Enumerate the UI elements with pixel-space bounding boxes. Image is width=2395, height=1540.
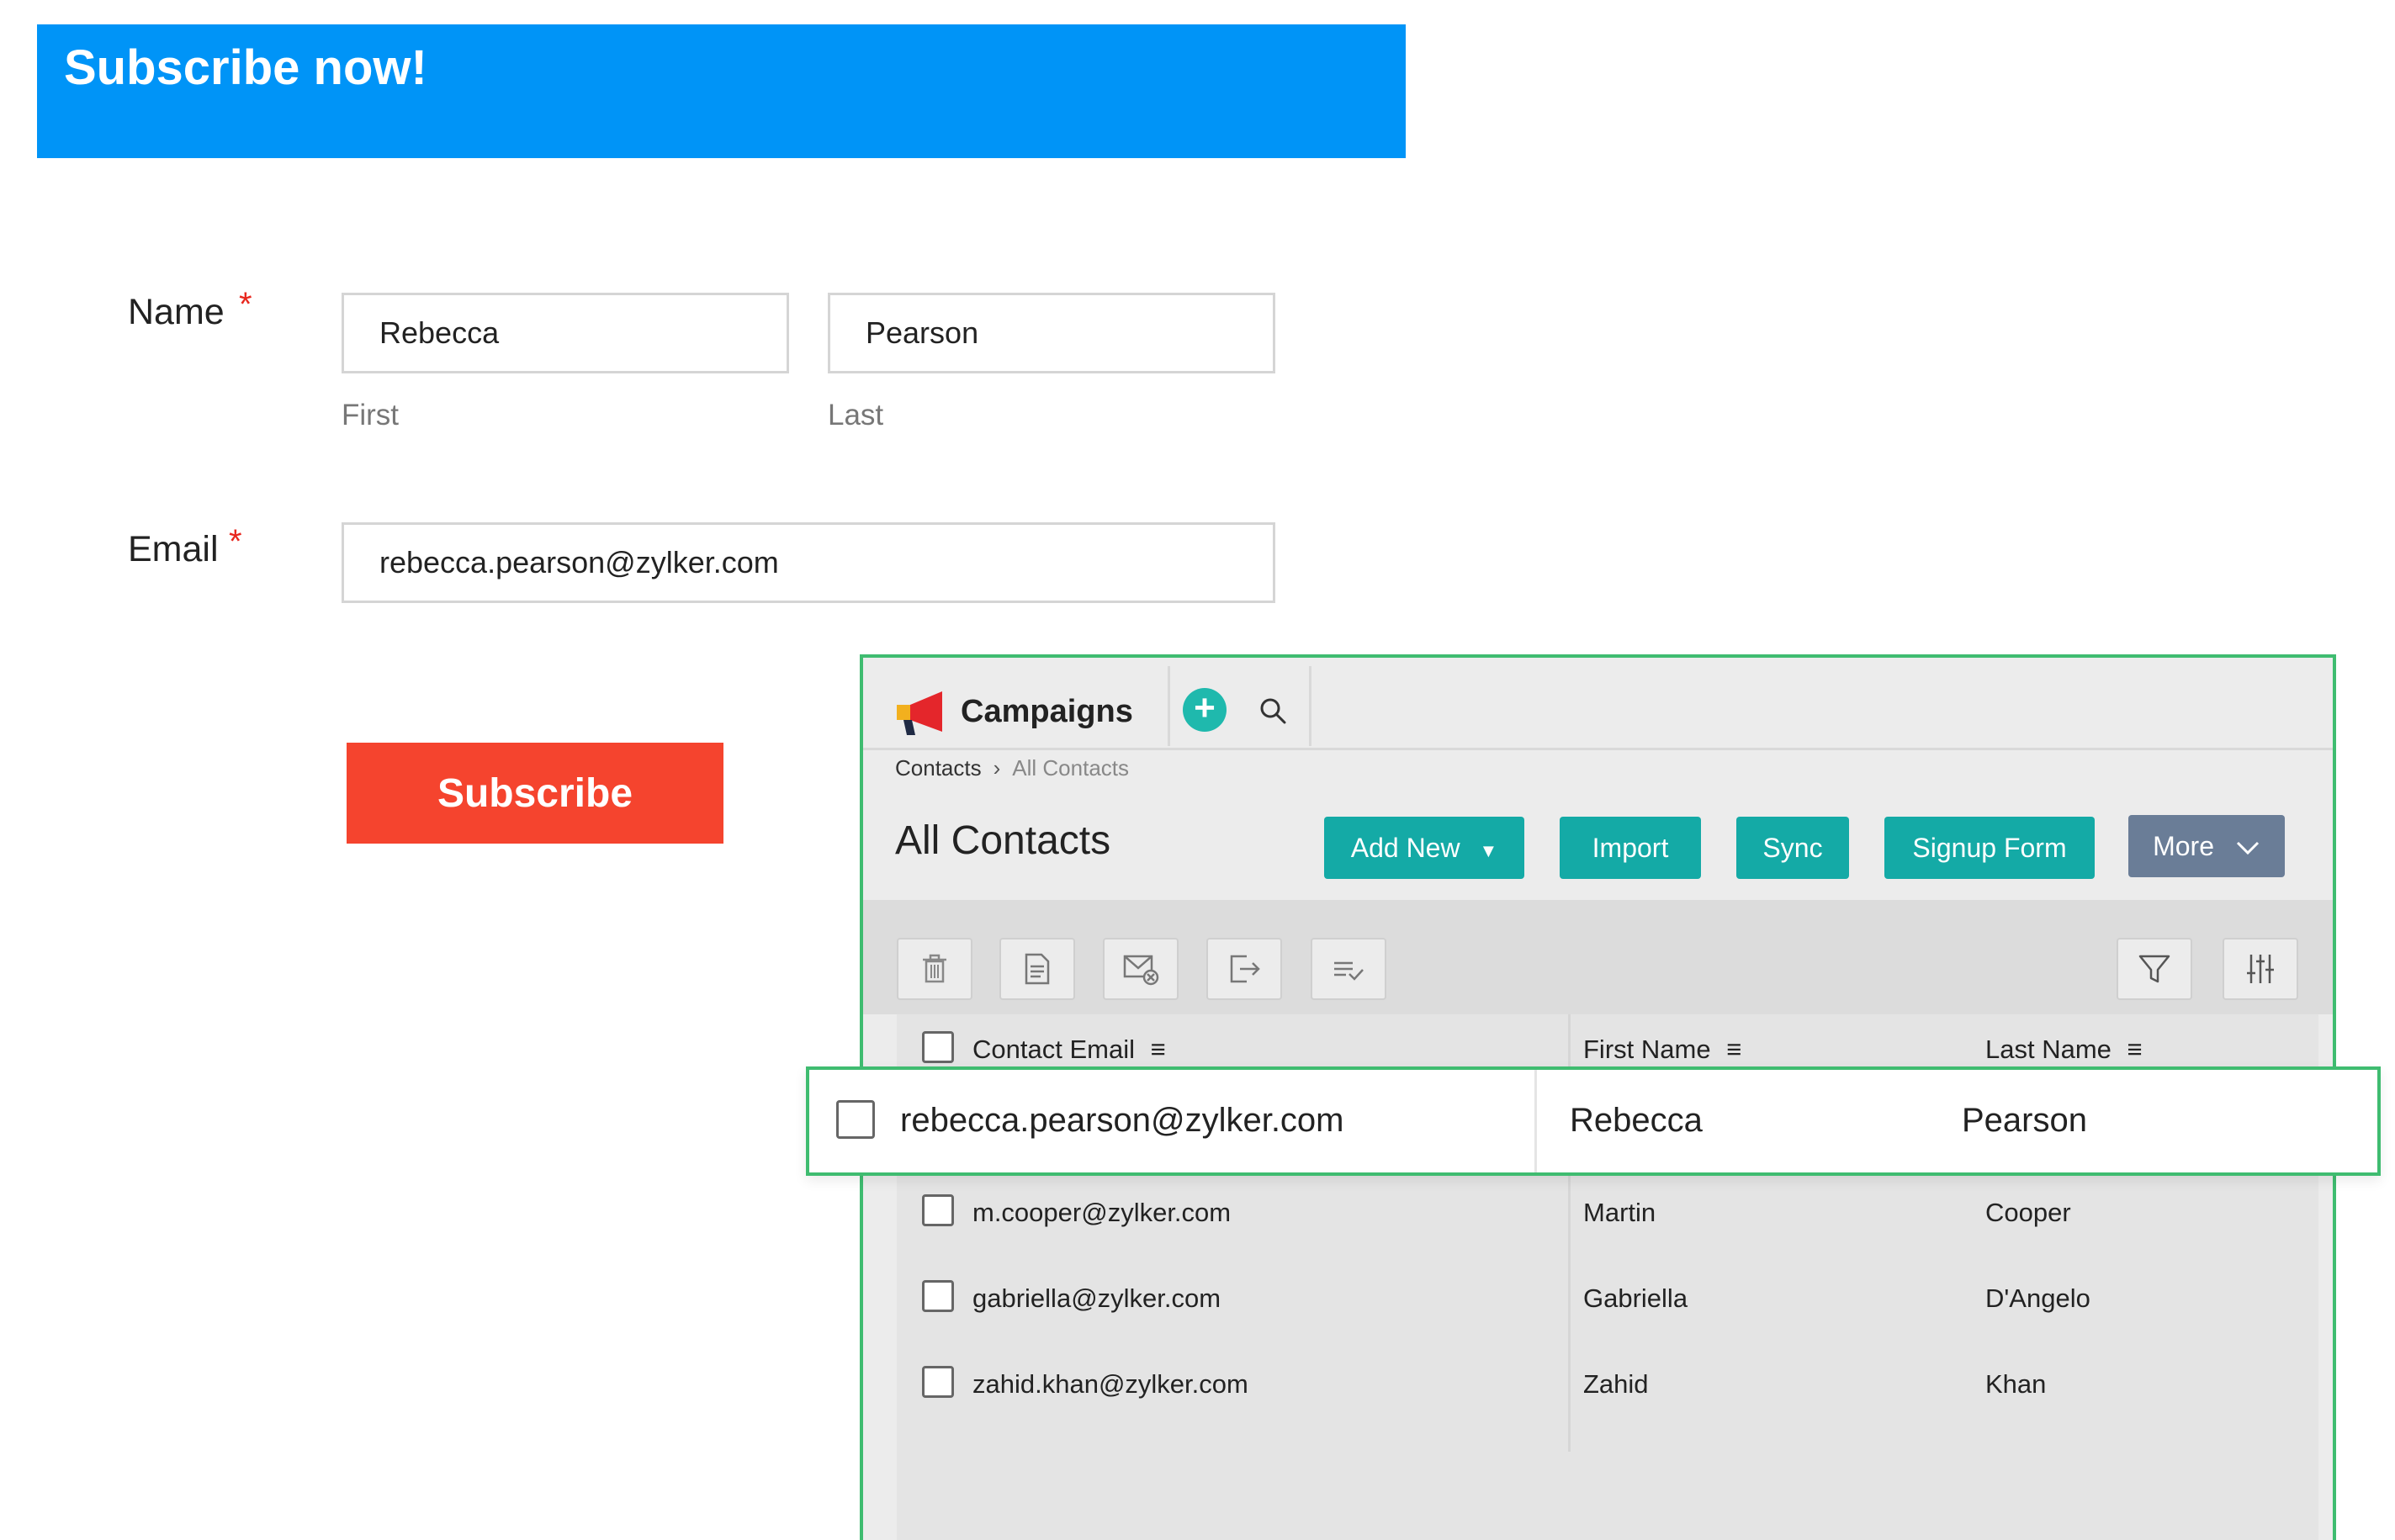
email-label: Email (128, 529, 219, 569)
email-required-mark: * (229, 523, 242, 560)
breadcrumb-separator: › (993, 755, 1001, 781)
column-header-label: Last Name (1985, 1035, 2112, 1064)
page-title: All Contacts (895, 818, 1111, 863)
banner-title: Subscribe now! (64, 40, 427, 95)
row-email: m.cooper@zylker.com (972, 1198, 1232, 1227)
subscribe-button[interactable]: Subscribe (347, 743, 723, 844)
row-email: rebecca.pearson@zylker.com (900, 1102, 1344, 1139)
first-name-input[interactable] (342, 293, 789, 373)
column-header-last-name[interactable]: Last Name ≡ (1985, 1036, 2143, 1062)
row-checkbox[interactable] (922, 1366, 954, 1398)
email-field[interactable] (342, 522, 1275, 603)
more-button[interactable]: More (2128, 815, 2285, 877)
column-settings-icon[interactable] (2223, 938, 2298, 1000)
sort-icon[interactable]: ≡ (1151, 1035, 1166, 1064)
first-name-sublabel: First (342, 399, 400, 431)
row-email: zahid.khan@zylker.com (972, 1369, 1248, 1399)
highlighted-table-row[interactable]: rebecca.pearson@zylker.com Rebecca Pears… (806, 1066, 2381, 1176)
caret-down-icon: ▼ (1479, 839, 1498, 861)
more-label: More (2153, 830, 2214, 861)
app-name: Campaigns (961, 694, 1133, 729)
last-name-input[interactable] (828, 293, 1275, 373)
sort-icon[interactable]: ≡ (1726, 1035, 1741, 1064)
import-button[interactable]: Import (1560, 817, 1701, 879)
nav-divider (1168, 666, 1170, 746)
plus-circle-icon[interactable]: + (1183, 688, 1227, 732)
add-new-button[interactable]: Add New ▼ (1324, 817, 1524, 879)
chevron-down-icon (2236, 841, 2259, 855)
mail-unsubscribe-icon[interactable] (1103, 938, 1179, 1000)
row-last-name: Pearson (1962, 1102, 2087, 1139)
sort-icon[interactable]: ≡ (2127, 1035, 2143, 1064)
document-icon[interactable] (999, 938, 1075, 1000)
row-checkbox[interactable] (836, 1100, 875, 1139)
row-last-name: D'Angelo (1985, 1283, 2090, 1313)
sync-button[interactable]: Sync (1736, 817, 1849, 879)
row-first-name: Gabriella (1583, 1283, 1688, 1313)
search-icon[interactable] (1258, 696, 1287, 725)
row-email: gabriella@zylker.com (972, 1283, 1221, 1313)
last-name-sublabel: Last (828, 399, 884, 431)
column-header-first-name[interactable]: First Name ≡ (1583, 1036, 1741, 1062)
row-checkbox[interactable] (922, 1194, 954, 1226)
name-required-mark: * (239, 286, 252, 323)
column-divider (1534, 1070, 1537, 1172)
row-first-name: Rebecca (1570, 1102, 1703, 1139)
list-check-icon[interactable] (1311, 938, 1386, 1000)
filter-icon[interactable] (2117, 938, 2192, 1000)
name-label: Name (128, 292, 225, 332)
add-new-label: Add New (1350, 832, 1460, 863)
breadcrumb-contacts[interactable]: Contacts (895, 755, 982, 781)
row-last-name: Khan (1985, 1369, 2047, 1399)
nav-divider (1309, 666, 1311, 746)
column-header-label: First Name (1583, 1035, 1711, 1064)
breadcrumb-current: All Contacts (1012, 755, 1130, 781)
breadcrumb: Contacts › All Contacts (895, 757, 1129, 779)
trash-icon[interactable] (897, 938, 972, 1000)
row-first-name: Martin (1583, 1198, 1656, 1227)
export-icon[interactable] (1206, 938, 1282, 1000)
select-all-checkbox[interactable] (922, 1031, 954, 1063)
row-last-name: Cooper (1985, 1198, 2071, 1227)
column-header-email[interactable]: Contact Email ≡ (972, 1036, 1166, 1062)
toolbar (863, 900, 2333, 1014)
row-first-name: Zahid (1583, 1369, 1649, 1399)
row-checkbox[interactable] (922, 1280, 954, 1312)
signup-form-button[interactable]: Signup Form (1884, 817, 2095, 879)
column-header-label: Contact Email (972, 1035, 1135, 1064)
megaphone-logo-icon (897, 691, 942, 735)
